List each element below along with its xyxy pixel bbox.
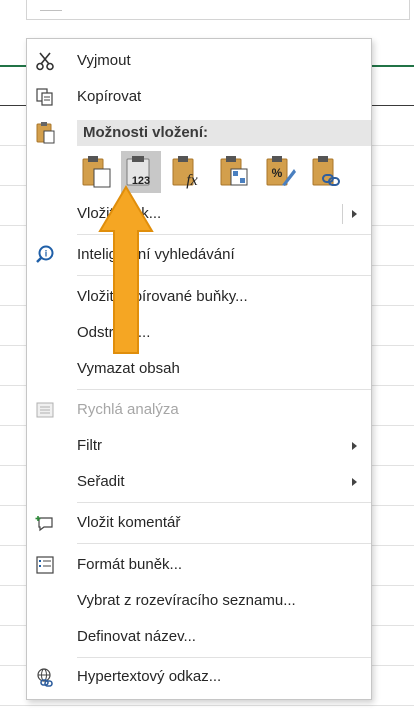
smart-lookup-icon: i (35, 245, 55, 265)
paste-values-icon: 123 (126, 156, 150, 187)
gridline (0, 705, 414, 706)
menu-item-label: Filtr (77, 437, 102, 454)
quick-analysis-icon (35, 400, 55, 420)
menu-separator (77, 543, 371, 544)
hyperlink-icon (35, 667, 55, 687)
menu-item-quick-analysis[interactable]: Rychlá analýza (27, 392, 371, 428)
paste-formatting-icon: % (266, 156, 296, 186)
paste-link-button[interactable] (307, 151, 347, 193)
menu-item-define-name[interactable]: Definovat název... (27, 619, 371, 655)
sheet-header-area (0, 0, 414, 36)
paste-formulas-badge: fx (186, 172, 198, 189)
menu-separator (77, 657, 371, 658)
submenu-divider (342, 204, 343, 224)
clipboard-icon (35, 121, 57, 145)
paste-options-header: Možnosti vložení: (77, 120, 371, 146)
formula-bar-line (40, 10, 62, 11)
menu-item-hyperlink[interactable]: Hypertextový odkaz... (27, 659, 371, 695)
menu-item-label: Vybrat z rozevíracího seznamu... (77, 592, 296, 609)
context-menu: Vyjmout Kopírovat Možnosti vložení: 123 … (26, 38, 372, 700)
menu-item-label: Vložit komentář (77, 514, 181, 531)
paste-formatting-badge: % (272, 166, 283, 180)
menu-item-paste-special[interactable]: Vložit jinak... (27, 196, 371, 232)
menu-item-pick-from-list[interactable]: Vybrat z rozevíracího seznamu... (27, 583, 371, 619)
paste-icon (82, 156, 111, 188)
menu-separator (77, 502, 371, 503)
format-cells-icon (35, 555, 55, 575)
menu-item-label: Seřadit (77, 473, 125, 490)
scissors-icon (35, 51, 55, 71)
menu-item-label: Hypertextový odkaz... (77, 668, 222, 685)
paste-formulas-icon: fx (172, 156, 198, 189)
paste-transpose-button[interactable] (215, 151, 255, 193)
paste-formatting-button[interactable]: % (261, 151, 301, 193)
menu-item-insert-comment[interactable]: Vložit komentář (27, 505, 371, 541)
chevron-right-icon (352, 442, 357, 450)
menu-item-cut[interactable]: Vyjmout (27, 43, 371, 79)
menu-item-smart-lookup[interactable]: i Inteligentní vyhledávání (27, 237, 371, 273)
menu-item-label: Rychlá analýza (77, 401, 179, 418)
menu-item-label: Definovat název... (77, 628, 196, 645)
paste-formulas-button[interactable]: fx (167, 151, 207, 193)
svg-text:i: i (45, 249, 48, 259)
chevron-right-icon (352, 478, 357, 486)
menu-item-copy[interactable]: Kopírovat (27, 79, 371, 115)
menu-item-label: Kopírovat (77, 88, 142, 105)
annotation-arrow-icon (98, 185, 154, 354)
menu-item-label: Vyjmout (77, 52, 131, 69)
chevron-right-icon (352, 210, 357, 218)
menu-item-format-cells[interactable]: Formát buněk... (27, 547, 371, 583)
paste-link-icon (312, 156, 340, 186)
menu-item-insert-copied-cells[interactable]: Vložit kopírované buňky... (27, 279, 371, 315)
menu-item-label: Formát buněk... (77, 556, 183, 573)
menu-item-sort[interactable]: Seřadit (27, 464, 371, 500)
menu-item-clear-contents[interactable]: Vymazat obsah (27, 351, 371, 387)
comment-icon (35, 513, 55, 533)
menu-separator (77, 389, 371, 390)
formula-bar[interactable] (26, 0, 410, 20)
menu-item-delete[interactable]: Odstranit... (27, 315, 371, 351)
paste-transpose-icon (220, 156, 248, 186)
copy-icon (35, 87, 55, 107)
menu-item-filter[interactable]: Filtr (27, 428, 371, 464)
paste-options-label: Možnosti vložení: (83, 124, 208, 141)
